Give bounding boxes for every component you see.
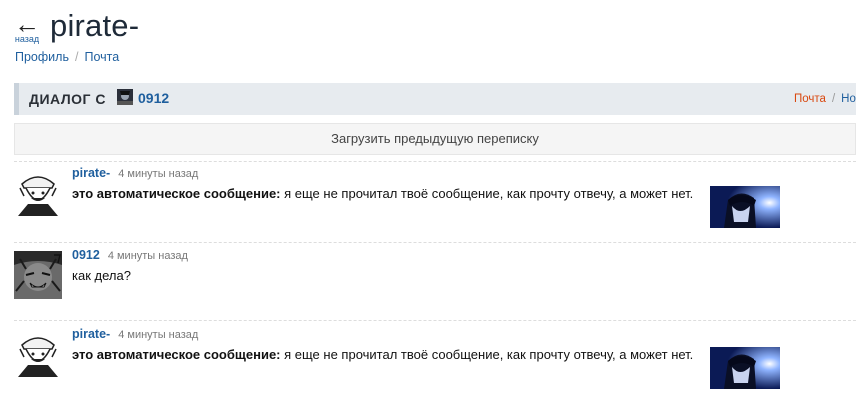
header-link-separator: / [831,93,836,105]
avatar[interactable] [14,329,62,377]
message-body: как дела? [72,268,131,283]
avatar[interactable] [14,168,62,216]
header-link-new[interactable]: Но [841,93,856,105]
divider [14,161,856,162]
breadcrumb: Профиль / Почта [15,50,119,64]
page-title: pirate- [50,8,140,43]
load-previous-button[interactable]: Загрузить предыдущую переписку [14,123,856,155]
divider [14,242,856,243]
divider [14,320,856,321]
message-meta: pirate- 4 минуты назад [72,327,198,341]
avatar[interactable] [14,251,62,299]
message-prefix: это автоматическое сообщение: [72,186,281,201]
message-author-link[interactable]: 0912 [72,248,100,262]
message-time: 4 минуты назад [107,250,188,262]
breadcrumb-mail-link[interactable]: Почта [84,50,119,64]
message-meta: pirate- 4 минуты назад [72,166,198,180]
message-image-attachment[interactable] [710,347,780,389]
back-label: назад [14,34,40,44]
message-text: это автоматическое сообщение: я еще не п… [72,347,693,362]
dialog-header-links: Почта / Но [794,93,856,105]
message-author-link[interactable]: pirate- [72,166,110,180]
dialog-title: ДИАЛОГ С [29,91,106,107]
dialog-user-avatar[interactable] [117,89,133,105]
message-image-attachment[interactable] [710,186,780,228]
message-body: я еще не прочитал твоё сообщение, как пр… [280,347,694,362]
message-author-link[interactable]: pirate- [72,327,110,341]
message-meta: 0912 4 минуты назад [72,248,188,262]
dialog-header: ДИАЛОГ С 0912 Почта / Но [14,83,856,115]
header-link-mail[interactable]: Почта [794,93,826,105]
message-body: я еще не прочитал твоё сообщение, как пр… [280,186,694,201]
back-arrow-icon: ← [14,9,40,39]
breadcrumb-profile-link[interactable]: Профиль [15,50,69,64]
breadcrumb-separator: / [74,50,79,64]
message-time: 4 минуты назад [118,329,199,341]
back-button[interactable]: ← назад [13,9,41,44]
dialog-user-link[interactable]: 0912 [138,90,169,106]
message-text: как дела? [72,268,131,283]
message-text: это автоматическое сообщение: я еще не п… [72,186,693,201]
message-time: 4 минуты назад [118,168,199,180]
message-prefix: это автоматическое сообщение: [72,347,281,362]
